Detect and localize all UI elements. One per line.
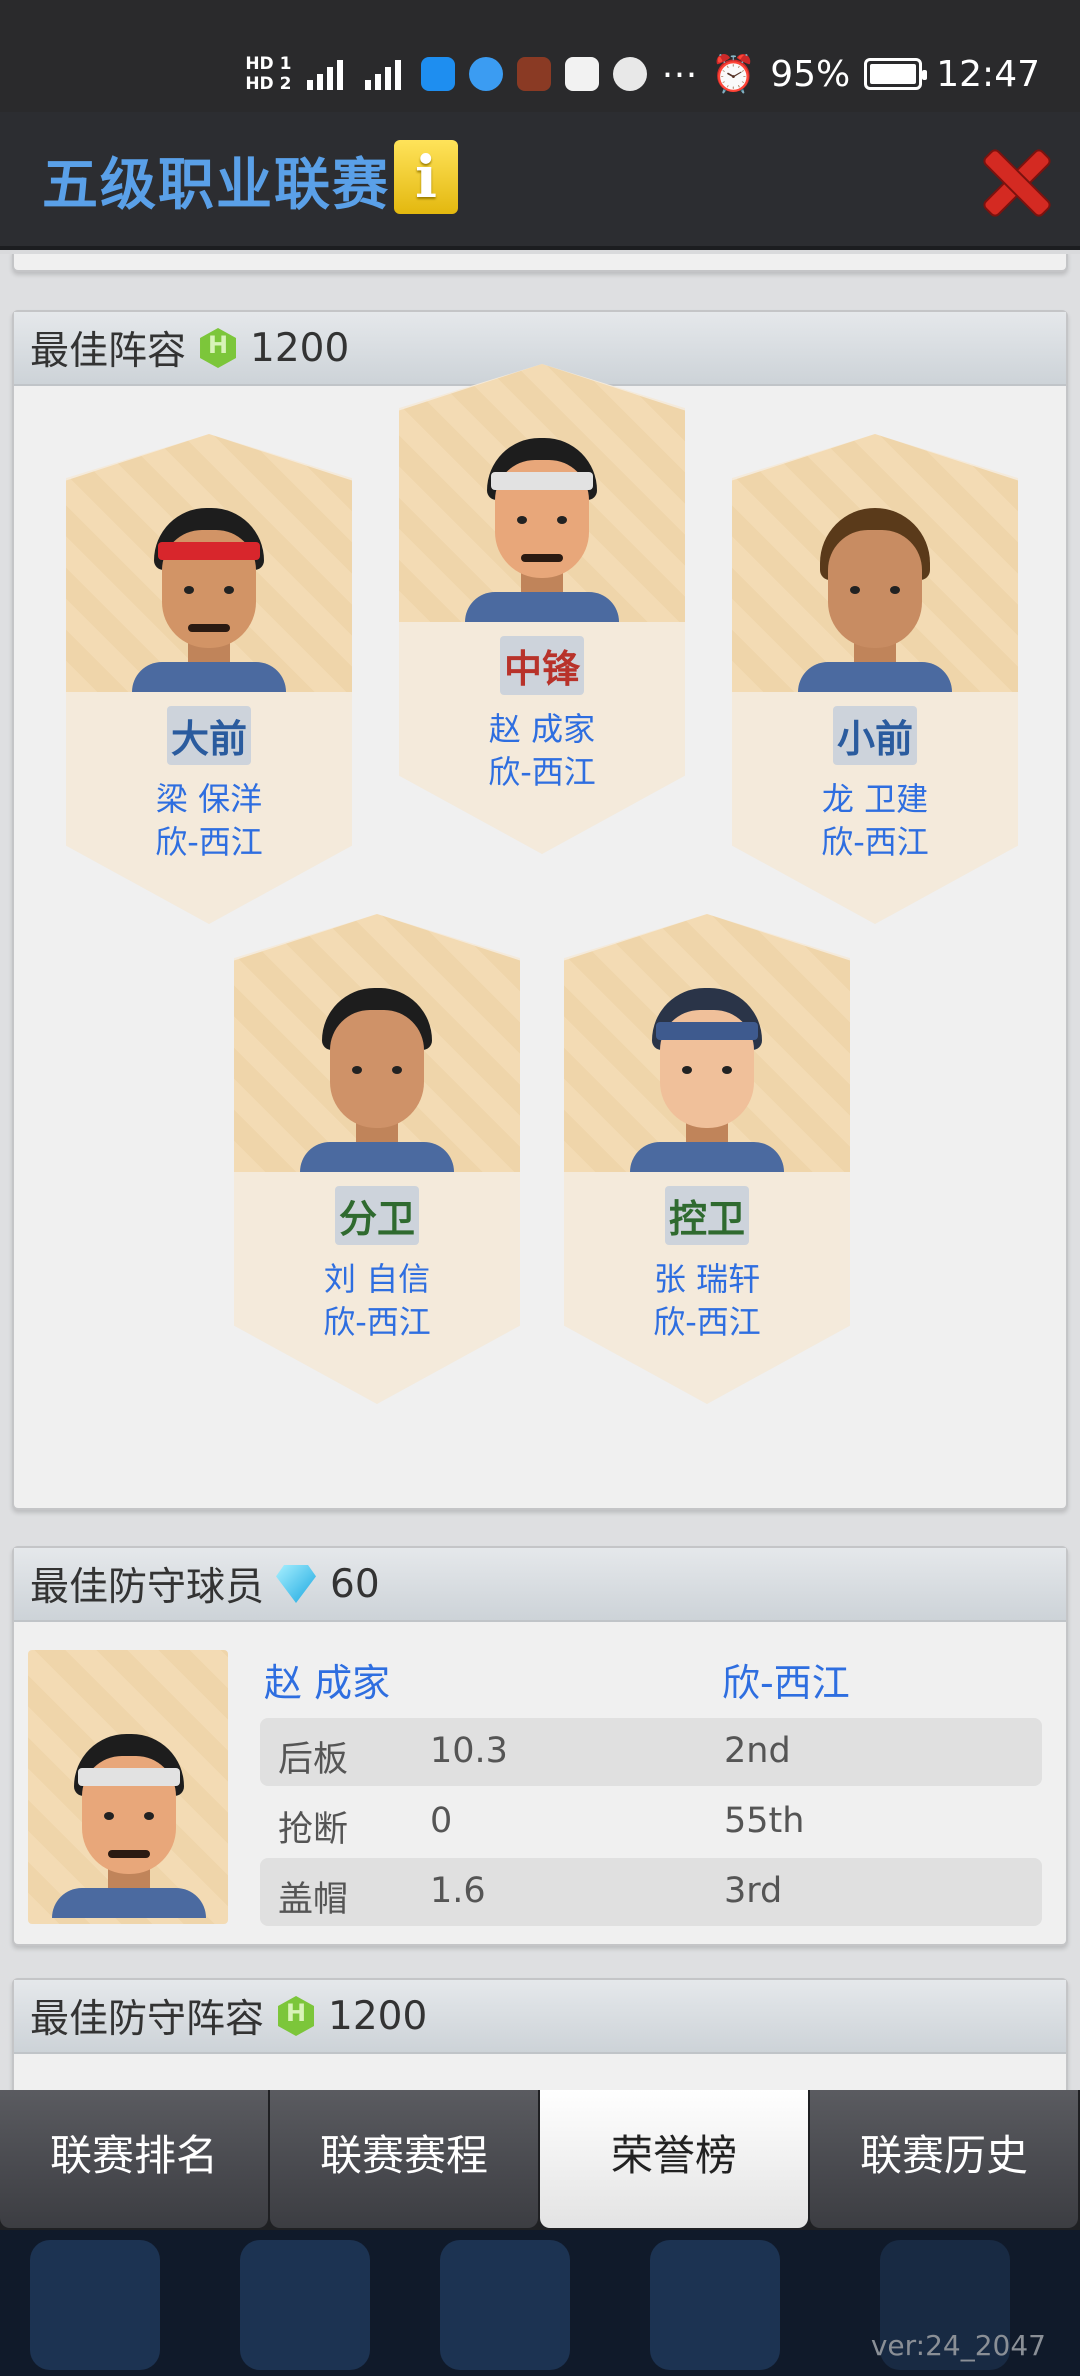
defender-avatar[interactable] bbox=[28, 1650, 228, 1924]
version-label: ver:24_2047 bbox=[870, 2329, 1046, 2362]
status-icons: HD 1 HD 2 ⋯ ⏰ 95% 12:47 bbox=[245, 48, 1040, 100]
player-card[interactable]: 控卫 张 瑞轩 欣-西江 bbox=[564, 914, 850, 1404]
clock: 12:47 bbox=[936, 53, 1040, 95]
hd2-label: HD 2 bbox=[245, 74, 292, 94]
best-defender-reward: 60 bbox=[330, 1561, 380, 1607]
position-label: 控卫 bbox=[664, 1186, 749, 1245]
player-name[interactable]: 梁 保洋 bbox=[66, 774, 352, 820]
player-team[interactable]: 欣-西江 bbox=[234, 1297, 520, 1343]
stat-value: 10.3 bbox=[430, 1731, 508, 1771]
nav-icon bbox=[30, 2240, 160, 2370]
position-label: 大前 bbox=[166, 706, 251, 765]
player-card[interactable]: 小前 龙 卫建 欣-西江 bbox=[732, 434, 1018, 924]
player-team[interactable]: 欣-西江 bbox=[399, 747, 685, 793]
best-defensive-lineup-panel: 最佳防守阵容 1200 bbox=[12, 1978, 1068, 2090]
best-lineup-title: 最佳阵容 bbox=[30, 329, 187, 374]
defender-name[interactable]: 赵 成家 bbox=[264, 1652, 390, 1707]
stat-rank: 2nd bbox=[724, 1731, 791, 1771]
page-title: 五级职业联赛 bbox=[42, 153, 390, 218]
stat-rank: 55th bbox=[724, 1801, 805, 1841]
stat-row: 盖帽 1.6 3rd bbox=[260, 1858, 1042, 1926]
hexagon-reward-icon bbox=[278, 1996, 315, 2036]
nav-icon bbox=[650, 2240, 780, 2370]
tab-honor-list[interactable]: 荣誉榜 bbox=[540, 2090, 808, 2228]
player-avatar bbox=[798, 500, 952, 692]
message-icon bbox=[613, 57, 648, 91]
player-card[interactable]: 大前 梁 保洋 欣-西江 bbox=[66, 434, 352, 924]
shopping-app-icon bbox=[565, 57, 600, 91]
player-card[interactable]: 分卫 刘 自信 欣-西江 bbox=[234, 914, 520, 1404]
player-avatar bbox=[465, 430, 619, 622]
tab-league-ranking[interactable]: 联赛排名 bbox=[0, 2090, 268, 2228]
hd-indicator: HD 1 HD 2 bbox=[245, 54, 291, 94]
player-avatar bbox=[630, 980, 784, 1172]
best-defensive-lineup-title: 最佳防守阵容 bbox=[30, 1997, 265, 2042]
game-app-icon bbox=[517, 57, 552, 91]
player-team[interactable]: 欣-西江 bbox=[732, 817, 1018, 863]
alarm-icon: ⏰ bbox=[711, 54, 757, 95]
player-avatar bbox=[300, 980, 454, 1172]
honor-list-content[interactable]: 最佳阵容 1200 大前 梁 保洋 欣-西江 bbox=[0, 254, 1080, 2090]
league-header: 五级职业联赛 i bbox=[0, 112, 1080, 250]
stat-value: 1.6 bbox=[430, 1871, 486, 1911]
tab-league-history[interactable]: 联赛历史 bbox=[810, 2090, 1078, 2228]
stat-label: 后板 bbox=[278, 1740, 349, 1780]
more-notifications-icon: ⋯ bbox=[661, 53, 698, 95]
position-label: 分卫 bbox=[334, 1186, 419, 1245]
position-label: 中锋 bbox=[499, 636, 584, 695]
tab-bar: 联赛排名 联赛赛程 荣誉榜 联赛历史 bbox=[0, 2090, 1080, 2230]
best-defensive-lineup-reward: 1200 bbox=[328, 1993, 428, 2039]
signal-icon bbox=[363, 58, 407, 90]
stat-row: 抢断 0 55th bbox=[260, 1788, 1042, 1856]
close-icon[interactable] bbox=[982, 148, 1052, 218]
player-team[interactable]: 欣-西江 bbox=[564, 1297, 850, 1343]
browser-app-icon bbox=[469, 57, 504, 91]
tab-league-schedule[interactable]: 联赛赛程 bbox=[270, 2090, 538, 2228]
player-name[interactable]: 龙 卫建 bbox=[732, 774, 1018, 820]
stat-value: 0 bbox=[430, 1801, 453, 1841]
hd1-label: HD 1 bbox=[245, 54, 292, 74]
best-lineup-reward: 1200 bbox=[250, 325, 350, 371]
best-defender-header: 最佳防守球员 60 bbox=[14, 1548, 1066, 1622]
player-avatar bbox=[132, 500, 286, 692]
stat-rank: 3rd bbox=[724, 1871, 783, 1911]
weather-app-icon bbox=[421, 57, 456, 91]
best-lineup-panel: 最佳阵容 1200 大前 梁 保洋 欣-西江 bbox=[12, 310, 1068, 1510]
stat-row: 后板 10.3 2nd bbox=[260, 1718, 1042, 1786]
status-bar: HD 1 HD 2 ⋯ ⏰ 95% 12:47 bbox=[0, 0, 1080, 112]
position-label: 小前 bbox=[832, 706, 917, 765]
player-name[interactable]: 赵 成家 bbox=[399, 704, 685, 750]
player-name[interactable]: 刘 自信 bbox=[234, 1254, 520, 1300]
nav-icon bbox=[240, 2240, 370, 2370]
player-card[interactable]: 中锋 赵 成家 欣-西江 bbox=[399, 364, 685, 854]
nav-icon bbox=[440, 2240, 570, 2370]
signal-icon bbox=[305, 58, 349, 90]
best-defender-panel: 最佳防守球员 60 赵 成家 欣-西江 后板 10.3 2nd 抢断 0 55t… bbox=[12, 1546, 1068, 1946]
battery-percent: 95% bbox=[770, 53, 851, 95]
diamond-reward-icon bbox=[276, 1565, 317, 1603]
best-defender-title: 最佳防守球员 bbox=[30, 1565, 265, 1610]
stat-label: 抢断 bbox=[278, 1810, 349, 1850]
stat-label: 盖帽 bbox=[278, 1880, 349, 1920]
hexagon-reward-icon bbox=[200, 328, 237, 368]
info-icon[interactable]: i bbox=[394, 140, 458, 214]
previous-panel-edge bbox=[12, 254, 1068, 272]
player-name[interactable]: 张 瑞轩 bbox=[564, 1254, 850, 1300]
background-nav: ver:24_2047 bbox=[0, 2230, 1080, 2376]
defender-team[interactable]: 欣-西江 bbox=[722, 1652, 850, 1707]
best-defensive-lineup-header: 最佳防守阵容 1200 bbox=[14, 1980, 1066, 2054]
player-team[interactable]: 欣-西江 bbox=[66, 817, 352, 863]
battery-icon bbox=[864, 58, 928, 90]
